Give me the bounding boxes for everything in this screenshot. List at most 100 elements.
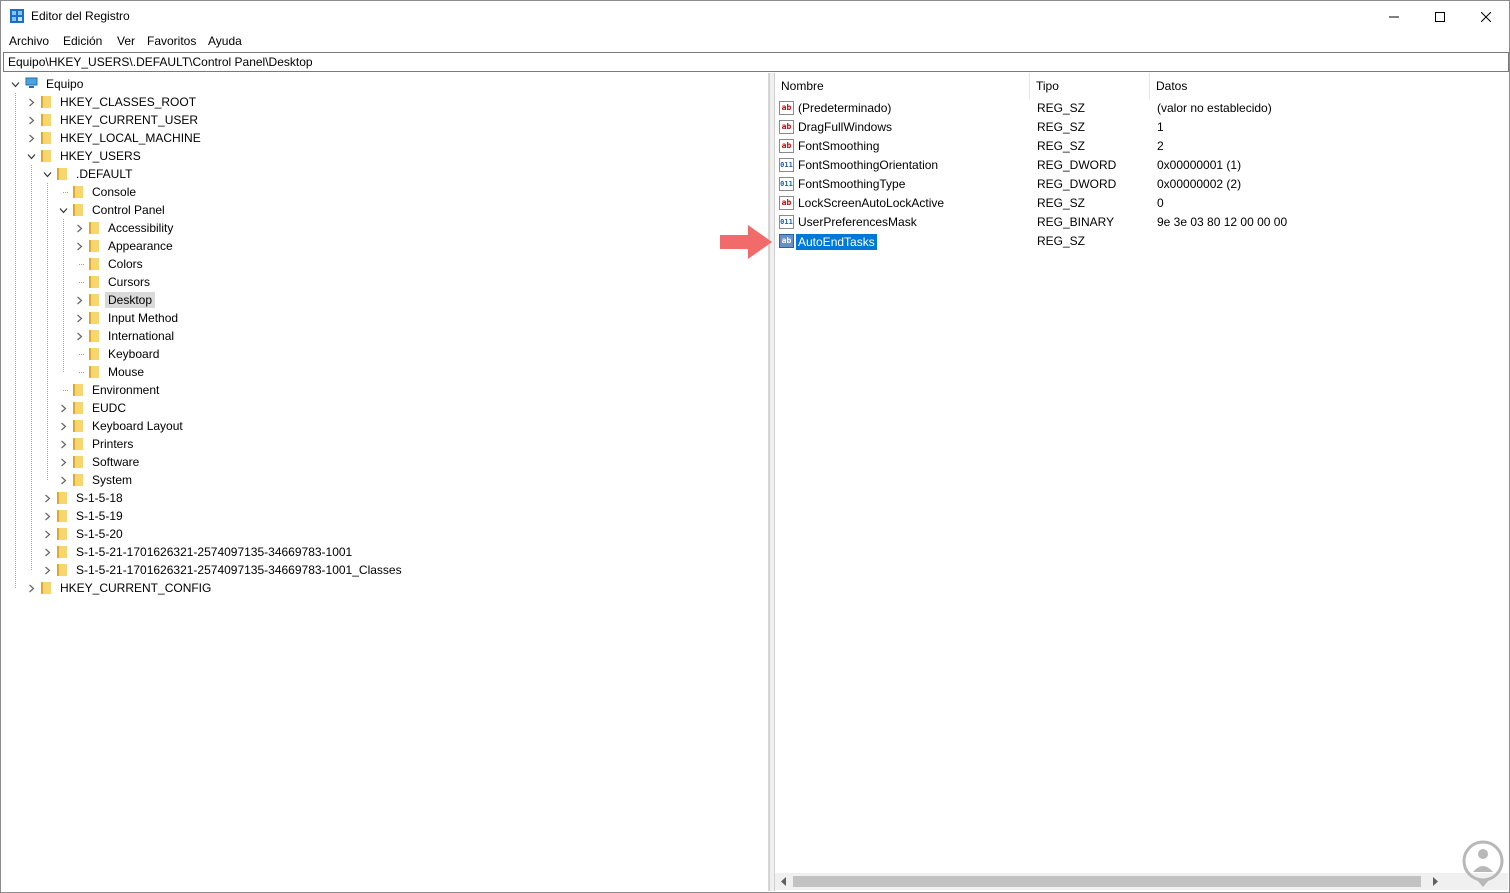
- value-row[interactable]: 011 FontSmoothingType REG_DWORD 0x00000002 …: [779, 175, 1499, 194]
- menu-edicion[interactable]: Edición: [63, 34, 102, 48]
- scrollbar-thumb[interactable]: [793, 876, 1421, 887]
- value-row[interactable]: 011 FontSmoothingOrientation REG_DWORD 0x00…: [779, 156, 1499, 175]
- tree-node[interactable]: International: [73, 327, 177, 345]
- value-row[interactable]: ab AutoEndTasks REG_SZ: [779, 232, 1499, 251]
- horizontal-scrollbar[interactable]: [775, 873, 1508, 890]
- tree-node[interactable]: EUDC: [57, 399, 129, 417]
- tree-node[interactable]: Equipo: [9, 75, 86, 93]
- scroll-right-icon[interactable]: [1431, 877, 1439, 886]
- folder-icon: [89, 294, 99, 306]
- value-type: REG_BINARY: [1037, 215, 1115, 229]
- value-row[interactable]: ab (Predeterminado) REG_SZ (valor no establ…: [779, 99, 1499, 118]
- tree-node[interactable]: Cursors: [73, 273, 153, 291]
- tree-node-label: Cursors: [108, 275, 151, 289]
- tree-node[interactable]: Keyboard: [73, 345, 162, 363]
- chevron-right-icon[interactable]: [57, 438, 69, 450]
- scroll-left-icon[interactable]: [780, 877, 788, 886]
- chevron-down-icon[interactable]: [57, 204, 69, 216]
- tree-node[interactable]: HKEY_CURRENT_USER: [25, 111, 201, 129]
- address-bar[interactable]: Equipo\HKEY_USERS\.DEFAULT\Control Panel…: [3, 52, 1509, 72]
- column-header-label: Tipo: [1036, 79, 1059, 93]
- value-type: REG_SZ: [1037, 120, 1086, 134]
- tree-node[interactable]: Printers: [57, 435, 136, 453]
- menu-ayuda[interactable]: Ayuda: [208, 34, 242, 48]
- tree-node-label: Control Panel: [92, 203, 165, 217]
- tree-node[interactable]: Keyboard Layout: [57, 417, 186, 435]
- tree-node[interactable]: S-1-5-18: [41, 489, 126, 507]
- chevron-right-icon[interactable]: [25, 114, 37, 126]
- tree-node[interactable]: HKEY_LOCAL_MACHINE: [25, 129, 204, 147]
- tree-node-label: Desktop: [105, 292, 156, 308]
- chevron-right-icon[interactable]: [57, 402, 69, 414]
- chevron-down-icon[interactable]: [25, 150, 37, 162]
- tree-node[interactable]: Input Method: [73, 309, 181, 327]
- chevron-down-icon[interactable]: [9, 78, 21, 90]
- values-list-pane: Nombre Tipo Datos ab (Predeterminado) REG_…: [775, 73, 1508, 891]
- chevron-right-icon[interactable]: [57, 420, 69, 432]
- tree-node[interactable]: Colors: [73, 255, 146, 273]
- value-type: REG_SZ: [1037, 139, 1086, 153]
- tree-node[interactable]: Console: [57, 183, 139, 201]
- chevron-right-icon[interactable]: [57, 456, 69, 468]
- column-header-name[interactable]: Nombre: [775, 73, 1030, 99]
- column-header-data[interactable]: Datos: [1150, 73, 1508, 99]
- chevron-right-icon[interactable]: [25, 96, 37, 108]
- menu-ver[interactable]: Ver: [117, 34, 135, 48]
- value-data: 0x00000001 (1): [1157, 158, 1242, 172]
- chevron-right-icon[interactable]: [73, 330, 85, 342]
- menu-archivo[interactable]: Archivo: [9, 34, 49, 48]
- tree-node[interactable]: Control Panel: [57, 201, 168, 219]
- maximize-button[interactable]: [1417, 1, 1463, 32]
- tree-node[interactable]: S-1-5-21-1701626321-2574097135-34669783-…: [41, 543, 355, 561]
- chevron-right-icon[interactable]: [73, 312, 85, 324]
- tree-connector: [73, 258, 85, 270]
- tree-node[interactable]: S-1-5-20: [41, 525, 126, 543]
- tree-node[interactable]: Environment: [57, 381, 162, 399]
- menu-favoritos[interactable]: Favoritos: [147, 34, 196, 48]
- value-name: LockScreenAutoLockActive: [798, 196, 945, 210]
- chevron-right-icon[interactable]: [57, 474, 69, 486]
- tree-connector: [57, 186, 69, 198]
- folder-icon: [73, 474, 83, 486]
- chevron-right-icon[interactable]: [41, 492, 53, 504]
- value-row[interactable]: 011 UserPreferencesMask REG_BINARY 9e 3e 03…: [779, 213, 1499, 232]
- tree-node-label: S-1-5-19: [76, 509, 123, 523]
- chevron-right-icon[interactable]: [41, 528, 53, 540]
- column-header-label: Datos: [1156, 79, 1188, 93]
- folder-icon: [89, 312, 99, 324]
- minimize-button[interactable]: [1371, 1, 1417, 32]
- chevron-right-icon[interactable]: [25, 132, 37, 144]
- folder-icon: [41, 132, 51, 144]
- tree-node[interactable]: S-1-5-21-1701626321-2574097135-34669783-…: [41, 561, 405, 579]
- chevron-down-icon[interactable]: [41, 168, 53, 180]
- tree-node[interactable]: Software: [57, 453, 142, 471]
- tree-node[interactable]: Accessibility: [73, 219, 176, 237]
- value-row[interactable]: ab FontSmoothing REG_SZ 2: [779, 137, 1499, 156]
- chevron-right-icon[interactable]: [73, 222, 85, 234]
- chevron-right-icon[interactable]: [41, 546, 53, 558]
- value-row[interactable]: ab DragFullWindows REG_SZ 1: [779, 118, 1499, 137]
- tree-node[interactable]: Appearance: [73, 237, 176, 255]
- value-name: UserPreferencesMask: [798, 215, 917, 229]
- chevron-right-icon[interactable]: [73, 294, 85, 306]
- tree-node[interactable]: HKEY_CLASSES_ROOT: [25, 93, 199, 111]
- tree-node[interactable]: HKEY_CURRENT_CONFIG: [25, 579, 214, 597]
- value-name: FontSmoothingType: [798, 177, 906, 191]
- tree-node[interactable]: S-1-5-19: [41, 507, 126, 525]
- folder-icon: [89, 240, 99, 252]
- tree-node[interactable]: HKEY_USERS: [25, 147, 144, 165]
- close-button[interactable]: [1463, 1, 1509, 32]
- tree-node[interactable]: Desktop: [73, 291, 156, 309]
- tree-node[interactable]: .DEFAULT: [41, 165, 135, 183]
- value-data: 0: [1157, 196, 1164, 210]
- value-type: REG_DWORD: [1037, 177, 1117, 191]
- tree-node[interactable]: System: [57, 471, 135, 489]
- chevron-right-icon[interactable]: [41, 564, 53, 576]
- chevron-right-icon[interactable]: [25, 582, 37, 594]
- chevron-right-icon[interactable]: [41, 510, 53, 522]
- column-header-type[interactable]: Tipo: [1030, 73, 1150, 99]
- tree-node[interactable]: Mouse: [73, 363, 147, 381]
- chevron-right-icon[interactable]: [73, 240, 85, 252]
- value-row[interactable]: ab LockScreenAutoLockActive REG_SZ 0: [779, 194, 1499, 213]
- value-data: (valor no establecido): [1157, 101, 1272, 115]
